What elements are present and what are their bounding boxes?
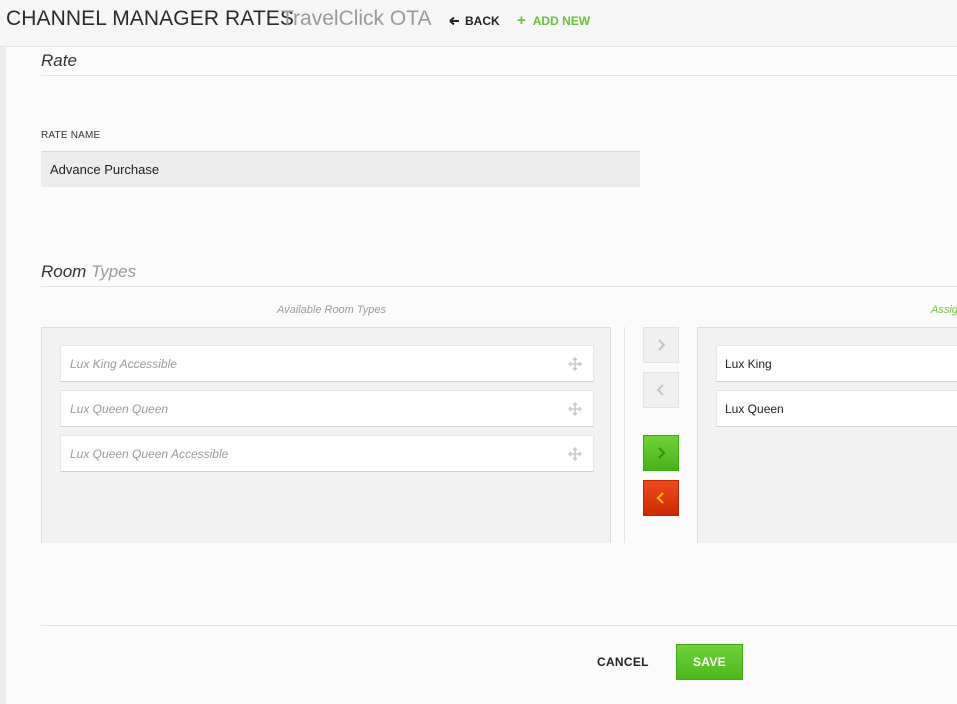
available-room-label: Lux Queen Queen [70, 401, 169, 416]
move-selected-left-button[interactable] [643, 372, 679, 408]
page-subtitle: TravelClick OTA [281, 7, 432, 30]
assigned-room-types-caption: Assig [931, 304, 957, 316]
move-all-right-button[interactable] [643, 435, 679, 471]
assigned-room-label: Lux Queen [725, 401, 784, 416]
available-room-item[interactable]: Lux Queen Queen [60, 390, 594, 427]
available-room-item[interactable]: Lux Queen Queen Accessible [60, 435, 594, 472]
rate-name-input[interactable] [41, 151, 640, 187]
save-button[interactable]: SAVE [676, 644, 743, 680]
available-room-item[interactable]: Lux King Accessible [60, 345, 594, 382]
available-room-types-list[interactable]: Lux King Accessible Lux Queen Queen Lux … [41, 327, 611, 543]
add-new-button[interactable]: + ADD NEW [517, 12, 591, 29]
room-types-heading-main: Room [41, 262, 87, 281]
assigned-room-label: Lux King [725, 356, 772, 371]
move-icon[interactable] [568, 401, 582, 416]
move-selected-right-button[interactable] [643, 327, 679, 363]
rate-section-divider [41, 75, 957, 76]
chevron-right-icon [658, 339, 666, 351]
rate-name-label: RATE NAME [41, 130, 101, 141]
available-room-types-caption: Available Room Types [277, 304, 387, 316]
chevron-left-icon [656, 492, 664, 504]
available-room-label: Lux Queen Queen Accessible [70, 446, 229, 461]
left-edge-strip [0, 47, 6, 704]
cancel-button[interactable]: CANCEL [597, 655, 649, 669]
move-icon[interactable] [568, 356, 582, 371]
room-types-divider [41, 286, 957, 287]
assigned-room-types-list[interactable]: Lux King Lux Queen [697, 327, 957, 543]
back-button-label: BACK [465, 14, 500, 28]
room-types-heading-light: Types [91, 262, 137, 281]
list-separator [624, 327, 625, 543]
page-title: CHANNEL MANAGER RATES [6, 7, 294, 30]
plus-icon: + [517, 12, 526, 29]
chevron-right-icon [658, 447, 666, 459]
move-icon[interactable] [568, 446, 582, 461]
move-all-left-button[interactable] [643, 480, 679, 516]
arrow-left-icon [449, 16, 459, 26]
available-room-label: Lux King Accessible [70, 356, 177, 371]
rate-section-heading: Rate [41, 51, 77, 70]
footer-divider [41, 625, 957, 626]
room-types-heading: Room Types [41, 262, 136, 282]
assigned-room-item[interactable]: Lux King [716, 345, 957, 382]
chevron-left-icon [656, 384, 664, 396]
back-button[interactable]: BACK [449, 14, 500, 28]
add-new-button-label: ADD NEW [532, 14, 591, 28]
page-header: CHANNEL MANAGER RATES TravelClick OTA BA… [0, 0, 957, 47]
assigned-room-item[interactable]: Lux Queen [716, 390, 957, 427]
